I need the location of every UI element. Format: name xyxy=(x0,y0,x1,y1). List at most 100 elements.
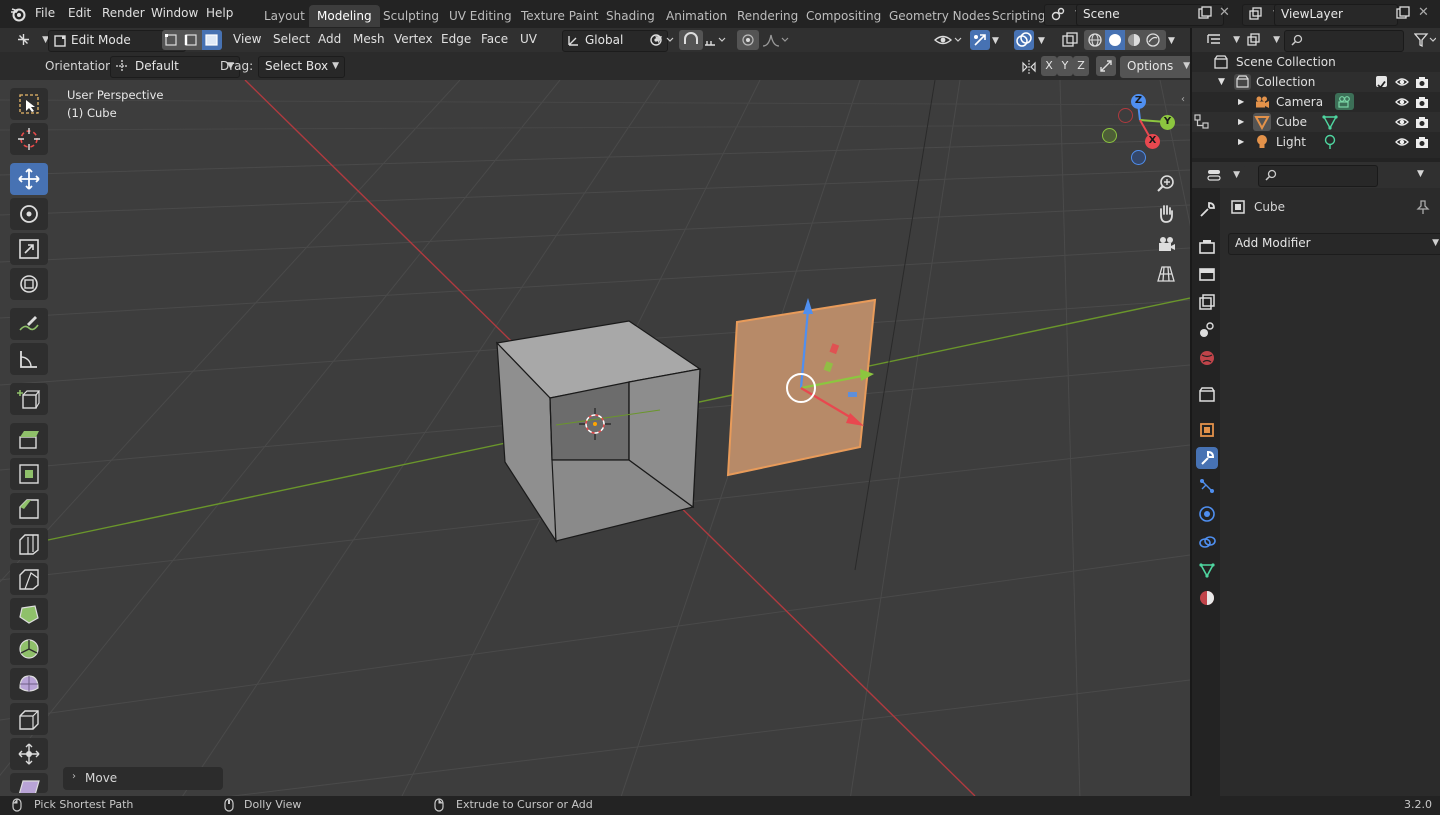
collection-tab-icon[interactable] xyxy=(1196,383,1218,405)
expand-arrow-icon[interactable]: ▶ xyxy=(1238,112,1244,132)
expand-arrow-icon[interactable]: ▶ xyxy=(1238,132,1244,152)
tab-animation[interactable]: Animation xyxy=(658,5,735,27)
camera-data-icon[interactable] xyxy=(1335,93,1354,110)
tab-layout[interactable]: Layout xyxy=(256,5,313,27)
mesh-data-tab-icon[interactable] xyxy=(1196,559,1218,581)
cube-mesh[interactable] xyxy=(495,320,702,544)
menu-uv[interactable]: UV xyxy=(520,32,537,46)
close-icon[interactable]: ✕ xyxy=(1418,5,1429,20)
rendered-shading-icon[interactable] xyxy=(1145,32,1161,51)
include-checkbox[interactable] xyxy=(1376,76,1387,89)
tool-tab-icon[interactable] xyxy=(1196,199,1218,221)
menu-face[interactable]: Face xyxy=(481,32,508,46)
menu-vertex[interactable]: Vertex xyxy=(394,32,433,46)
smooth-tool[interactable] xyxy=(10,668,48,700)
menu-help[interactable]: Help xyxy=(206,6,233,20)
outliner-item-camera[interactable]: ▶ Camera xyxy=(1192,92,1440,112)
tab-modeling[interactable]: Modeling xyxy=(309,5,380,27)
menu-view[interactable]: View xyxy=(233,32,261,46)
filter-icon[interactable] xyxy=(1413,32,1437,51)
visibility-eye-icon[interactable] xyxy=(933,32,964,51)
gizmo-neg-x-axis[interactable] xyxy=(1118,108,1133,123)
menu-file[interactable]: File xyxy=(35,6,55,20)
extrude-region-tool[interactable] xyxy=(10,423,48,455)
light-data-icon[interactable] xyxy=(1322,134,1338,156)
constraints-tab-icon[interactable] xyxy=(1196,531,1218,553)
properties-editor-type-button[interactable]: ▼ xyxy=(1200,165,1246,187)
gizmo-toggle-icon[interactable] xyxy=(970,30,990,50)
menu-add[interactable]: Add xyxy=(318,32,341,46)
spin-tool[interactable] xyxy=(10,633,48,665)
mirror-icon[interactable] xyxy=(1021,59,1037,78)
chevron-down-icon[interactable]: ▼ xyxy=(992,36,999,46)
3d-viewport[interactable]: User Perspective (1) Cube Z Y X ‹ › Move xyxy=(0,80,1190,796)
tab-scripting[interactable]: Scripting xyxy=(984,5,1052,27)
output-tab-icon[interactable] xyxy=(1196,263,1218,285)
drag-dropdown[interactable]: Select Box ▼ xyxy=(258,56,345,78)
chevron-down-icon[interactable]: ▼ xyxy=(1038,36,1045,46)
scene-collection-row[interactable]: Scene Collection xyxy=(1192,52,1440,72)
new-view-layer-icon[interactable] xyxy=(1396,6,1410,23)
mirror-x-button[interactable]: X xyxy=(1041,56,1057,76)
knife-tool[interactable] xyxy=(10,563,48,595)
loop-cut-tool[interactable] xyxy=(10,528,48,560)
shrink-fatten-tool[interactable] xyxy=(10,738,48,770)
move-tool[interactable] xyxy=(10,163,48,195)
proportional-edit-icon[interactable] xyxy=(737,30,759,50)
measure-tool[interactable] xyxy=(10,343,48,375)
add-cube-tool[interactable] xyxy=(10,383,48,415)
add-modifier-dropdown[interactable]: Add Modifier ▼ xyxy=(1228,233,1440,255)
gizmo-x-axis[interactable]: X xyxy=(1145,134,1160,149)
mirror-z-button[interactable]: Z xyxy=(1073,56,1089,76)
solid-shading-icon[interactable] xyxy=(1105,30,1125,50)
camera-view-icon[interactable] xyxy=(1153,231,1179,257)
world-tab-icon[interactable] xyxy=(1196,347,1218,369)
chevron-down-icon[interactable]: ▼ xyxy=(1168,36,1175,46)
last-operator-panel[interactable]: › Move xyxy=(63,767,223,790)
wireframe-shading-icon[interactable] xyxy=(1087,32,1103,51)
options-dropdown[interactable]: Options ▼ xyxy=(1120,56,1196,78)
tab-geometry-nodes[interactable]: Geometry Nodes xyxy=(881,5,998,27)
object-tab-icon[interactable] xyxy=(1196,419,1218,441)
outliner-item-light[interactable]: ▶ Light xyxy=(1192,132,1440,152)
snap-toggle-icon[interactable] xyxy=(679,30,703,50)
falloff-curve-icon[interactable] xyxy=(761,32,789,51)
menu-edit[interactable]: Edit xyxy=(68,6,91,20)
mirror-y-button[interactable]: Y xyxy=(1057,56,1073,76)
scene-tab-icon[interactable] xyxy=(1196,319,1218,341)
cursor-tool[interactable] xyxy=(10,123,48,155)
snap-target-icon[interactable] xyxy=(703,32,729,51)
overlays-toggle-icon[interactable] xyxy=(1014,30,1034,50)
gizmo-neg-y-axis[interactable] xyxy=(1102,128,1117,143)
sidebar-toggle-icon[interactable]: ‹ xyxy=(1181,94,1185,105)
edge-select-button[interactable] xyxy=(182,30,201,50)
menu-render[interactable]: Render xyxy=(102,6,145,20)
xray-toggle-icon[interactable] xyxy=(1060,31,1080,52)
tab-uv-editing[interactable]: UV Editing xyxy=(441,5,520,27)
tab-texture-paint[interactable]: Texture Paint xyxy=(513,5,606,27)
pin-icon[interactable] xyxy=(1416,199,1430,218)
modifier-tab-icon[interactable] xyxy=(1196,447,1218,469)
face-select-button[interactable] xyxy=(202,30,222,50)
menu-mesh[interactable]: Mesh xyxy=(353,32,385,46)
properties-search-input[interactable] xyxy=(1258,165,1378,187)
expand-arrow-icon[interactable]: ▼ xyxy=(1218,72,1225,92)
render-camera-icon[interactable] xyxy=(1415,135,1429,155)
tab-sculpting[interactable]: Sculpting xyxy=(375,5,447,27)
material-shading-icon[interactable] xyxy=(1126,32,1142,51)
menu-edge[interactable]: Edge xyxy=(441,32,471,46)
pan-hand-icon[interactable] xyxy=(1153,201,1179,227)
inset-faces-tool[interactable] xyxy=(10,458,48,490)
zoom-icon[interactable] xyxy=(1153,171,1179,197)
tab-rendering[interactable]: Rendering xyxy=(729,5,806,27)
viewport-scene[interactable] xyxy=(0,80,1190,796)
expand-arrow-icon[interactable]: ▶ xyxy=(1238,92,1244,112)
blender-logo-icon[interactable] xyxy=(10,6,26,25)
render-tab-icon[interactable] xyxy=(1196,235,1218,257)
gizmo-z-axis[interactable]: Z xyxy=(1131,94,1146,109)
collection-row[interactable]: ▼ Collection xyxy=(1192,72,1440,92)
eye-icon[interactable] xyxy=(1395,135,1409,155)
transform-tool[interactable] xyxy=(10,268,48,300)
view-layer-name-field[interactable]: ViewLayer xyxy=(1274,4,1398,26)
menu-select[interactable]: Select xyxy=(273,32,310,46)
